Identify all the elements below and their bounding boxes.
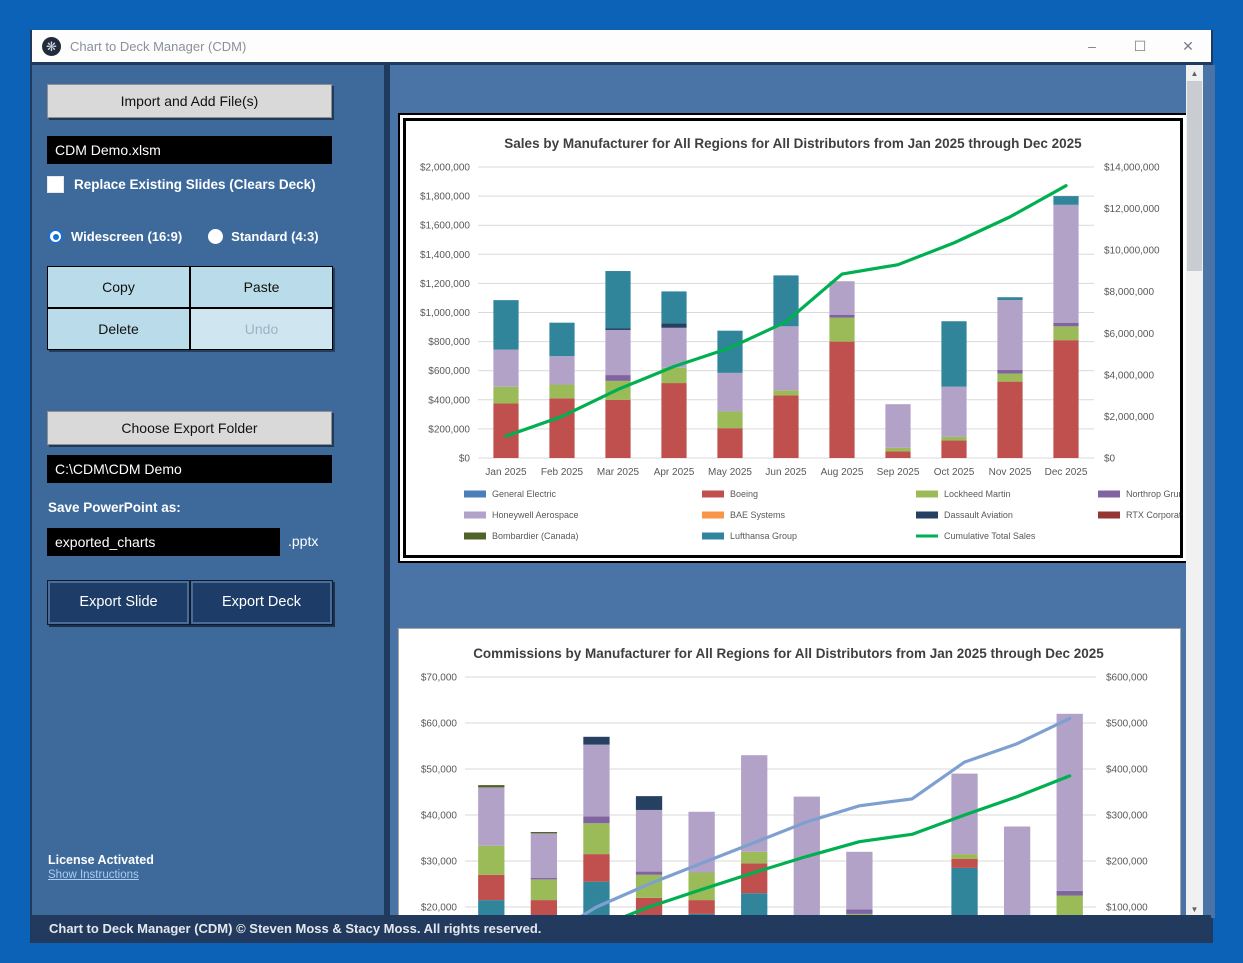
svg-text:Jan 2025: Jan 2025 bbox=[485, 467, 527, 478]
svg-text:Mar 2025: Mar 2025 bbox=[597, 467, 640, 478]
status-bar: Chart to Deck Manager (CDM) © Steven Mos… bbox=[32, 915, 1211, 943]
svg-text:$14,000,000: $14,000,000 bbox=[1104, 163, 1160, 174]
svg-text:Feb 2025: Feb 2025 bbox=[541, 467, 584, 478]
svg-text:$50,000: $50,000 bbox=[421, 765, 458, 776]
svg-text:$0: $0 bbox=[1104, 454, 1116, 465]
svg-text:$2,000,000: $2,000,000 bbox=[1104, 412, 1154, 423]
app-window: ❋ Chart to Deck Manager (CDM) – ☐ ✕ Impo… bbox=[30, 30, 1213, 943]
app-icon: ❋ bbox=[42, 37, 61, 56]
svg-text:Sales by Manufacturer for All: Sales by Manufacturer for All Regions fo… bbox=[504, 136, 1082, 151]
svg-text:Oct 2025: Oct 2025 bbox=[934, 467, 975, 478]
svg-text:$40,000: $40,000 bbox=[421, 811, 458, 822]
pptx-extension-label: .pptx bbox=[288, 533, 318, 549]
copy-button[interactable]: Copy bbox=[47, 266, 190, 308]
radio-standard-label: Standard (4:3) bbox=[231, 229, 318, 244]
svg-text:$30,000: $30,000 bbox=[421, 857, 458, 868]
svg-text:May 2025: May 2025 bbox=[708, 467, 752, 478]
close-button[interactable]: ✕ bbox=[1179, 38, 1197, 55]
radio-widescreen-label: Widescreen (16:9) bbox=[71, 229, 182, 244]
sales-chart: $0 $200,000 $400,000 $600,000 $800,000 $1,000… bbox=[406, 121, 1180, 555]
chart-panel-sales[interactable]: $0 $200,000 $400,000 $600,000 $800,000 $1,000… bbox=[398, 113, 1188, 563]
svg-text:$100,000: $100,000 bbox=[1106, 903, 1148, 914]
svg-text:$300,000: $300,000 bbox=[1106, 811, 1148, 822]
export-slide-button[interactable]: Export Slide bbox=[47, 580, 190, 625]
svg-text:$600,000: $600,000 bbox=[428, 366, 470, 377]
export-deck-button[interactable]: Export Deck bbox=[190, 580, 333, 625]
svg-text:$10,000,000: $10,000,000 bbox=[1104, 246, 1160, 257]
svg-text:$600,000: $600,000 bbox=[1106, 673, 1148, 684]
choose-export-folder-button[interactable]: Choose Export Folder bbox=[47, 411, 332, 445]
svg-text:RTX Corporation: RTX Corporation bbox=[1126, 510, 1180, 520]
radio-standard[interactable] bbox=[208, 229, 223, 244]
svg-text:Nov 2025: Nov 2025 bbox=[989, 467, 1032, 478]
undo-button[interactable]: Undo bbox=[190, 308, 333, 350]
radio-widescreen[interactable] bbox=[48, 229, 63, 244]
save-powerpoint-label: Save PowerPoint as: bbox=[48, 500, 181, 515]
license-status: License Activated bbox=[48, 853, 154, 867]
svg-text:BAE Systems: BAE Systems bbox=[730, 510, 786, 520]
show-instructions-link[interactable]: Show Instructions bbox=[48, 869, 139, 881]
svg-text:$2,000,000: $2,000,000 bbox=[420, 163, 470, 174]
svg-text:Boeing: Boeing bbox=[730, 489, 758, 499]
svg-text:Aug 2025: Aug 2025 bbox=[821, 467, 864, 478]
save-as-input[interactable]: exported_charts bbox=[47, 528, 280, 556]
svg-text:Commissions by Manufacturer fo: Commissions by Manufacturer for All Regi… bbox=[473, 646, 1104, 661]
svg-text:Jun 2025: Jun 2025 bbox=[765, 467, 807, 478]
svg-text:$0: $0 bbox=[459, 454, 471, 465]
svg-text:$200,000: $200,000 bbox=[1106, 857, 1148, 868]
svg-text:Apr 2025: Apr 2025 bbox=[654, 467, 695, 478]
svg-text:Northrop Grumman: Northrop Grumman bbox=[1126, 489, 1180, 499]
title-bar: ❋ Chart to Deck Manager (CDM) – ☐ ✕ bbox=[32, 30, 1211, 62]
window-title: Chart to Deck Manager (CDM) bbox=[70, 39, 246, 54]
svg-text:$20,000: $20,000 bbox=[421, 903, 458, 914]
scroll-up-button[interactable]: ▲ bbox=[1186, 65, 1203, 82]
svg-text:General Electric: General Electric bbox=[492, 489, 557, 499]
import-files-button[interactable]: Import and Add File(s) bbox=[47, 84, 332, 118]
sidebar: Import and Add File(s) CDM Demo.xlsm Rep… bbox=[32, 65, 384, 915]
svg-text:Cumulative Total Sales: Cumulative Total Sales bbox=[944, 531, 1036, 541]
svg-text:Lockheed Martin: Lockheed Martin bbox=[944, 489, 1011, 499]
chart-panel-commissions[interactable]: $0$10,000$20,000$30,000$40,000$50,000$60… bbox=[398, 628, 1181, 918]
loaded-file-field[interactable]: CDM Demo.xlsm bbox=[47, 136, 332, 164]
svg-text:Bombardier (Canada): Bombardier (Canada) bbox=[492, 531, 579, 541]
svg-text:$70,000: $70,000 bbox=[421, 673, 458, 684]
svg-text:$500,000: $500,000 bbox=[1106, 719, 1148, 730]
svg-text:$1,800,000: $1,800,000 bbox=[420, 192, 470, 203]
svg-text:$400,000: $400,000 bbox=[428, 395, 470, 406]
maximize-button[interactable]: ☐ bbox=[1131, 38, 1149, 55]
delete-button[interactable]: Delete bbox=[47, 308, 190, 350]
svg-text:$200,000: $200,000 bbox=[428, 424, 470, 435]
svg-text:Honeywell Aerospace: Honeywell Aerospace bbox=[492, 510, 579, 520]
svg-text:Dassault Aviation: Dassault Aviation bbox=[944, 510, 1013, 520]
svg-text:$1,600,000: $1,600,000 bbox=[420, 221, 470, 232]
svg-text:Lufthansa Group: Lufthansa Group bbox=[730, 531, 797, 541]
svg-text:$6,000,000: $6,000,000 bbox=[1104, 329, 1154, 340]
svg-text:$1,000,000: $1,000,000 bbox=[420, 308, 470, 319]
svg-text:$8,000,000: $8,000,000 bbox=[1104, 287, 1154, 298]
svg-text:$4,000,000: $4,000,000 bbox=[1104, 370, 1154, 381]
minimize-button[interactable]: – bbox=[1083, 38, 1101, 54]
svg-text:$800,000: $800,000 bbox=[428, 337, 470, 348]
svg-text:$60,000: $60,000 bbox=[421, 719, 458, 730]
chart-preview-area: $0 $200,000 $400,000 $600,000 $800,000 $1,000… bbox=[390, 65, 1215, 918]
svg-text:$1,200,000: $1,200,000 bbox=[420, 279, 470, 290]
replace-slides-label: Replace Existing Slides (Clears Deck) bbox=[74, 177, 316, 192]
commissions-chart: $0$10,000$20,000$30,000$40,000$50,000$60… bbox=[399, 629, 1178, 918]
scrollbar-track[interactable]: ▲ ▼ bbox=[1186, 65, 1203, 918]
svg-text:$400,000: $400,000 bbox=[1106, 765, 1148, 776]
svg-text:$12,000,000: $12,000,000 bbox=[1104, 204, 1160, 215]
svg-text:Dec 2025: Dec 2025 bbox=[1045, 467, 1088, 478]
svg-text:$1,400,000: $1,400,000 bbox=[420, 250, 470, 261]
scroll-thumb[interactable] bbox=[1187, 81, 1202, 271]
export-path-field[interactable]: C:\CDM\CDM Demo bbox=[47, 455, 332, 483]
svg-text:Sep 2025: Sep 2025 bbox=[877, 467, 920, 478]
replace-slides-checkbox[interactable] bbox=[47, 176, 64, 193]
paste-button[interactable]: Paste bbox=[190, 266, 333, 308]
